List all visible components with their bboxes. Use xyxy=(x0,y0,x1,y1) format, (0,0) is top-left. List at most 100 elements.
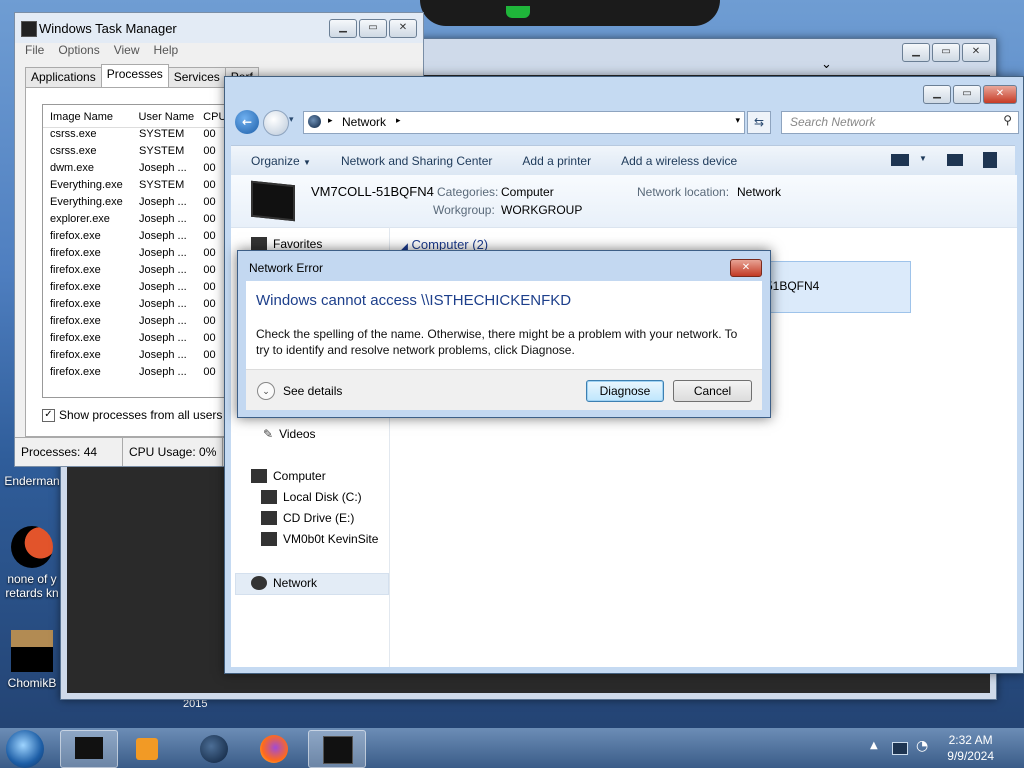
preview-pane-icon[interactable] xyxy=(947,154,963,166)
table-row[interactable]: csrss.exe SYSTEM 00 xyxy=(43,145,233,162)
close-button[interactable]: ✕ xyxy=(983,85,1017,104)
start-orb-icon[interactable] xyxy=(6,730,44,768)
minimize-button[interactable]: ▁ xyxy=(923,85,951,104)
firefox-icon xyxy=(260,735,288,763)
search-box[interactable]: Search Network ⚲ xyxy=(781,111,1019,134)
table-row[interactable]: firefox.exe Joseph ... 00 xyxy=(43,315,233,332)
menu-file[interactable]: File xyxy=(25,43,44,61)
add-wireless-device-button[interactable]: Add a wireless device xyxy=(621,154,737,168)
nav-computer[interactable]: Computer xyxy=(251,469,326,483)
network-tray-icon[interactable] xyxy=(892,742,908,755)
breadcrumb-network[interactable]: Network xyxy=(342,115,386,129)
menu-help[interactable]: Help xyxy=(154,43,179,61)
status-cpu: CPU Usage: 0% xyxy=(123,438,224,466)
cancel-button[interactable]: Cancel xyxy=(673,380,752,402)
error-headline: Windows cannot access \\ISTHECHICKENFKD xyxy=(256,292,572,309)
desktop-icon-enderman[interactable]: Enderman xyxy=(2,474,62,488)
maximize-button[interactable]: ▭ xyxy=(359,19,387,38)
task-manager-icon xyxy=(323,736,353,764)
column-user-name[interactable]: User Name xyxy=(133,105,198,127)
volume-icon[interactable]: ◔ xyxy=(916,738,928,754)
checkbox-label: Show processes from all users xyxy=(59,408,223,422)
back-arrow-icon[interactable]: ← xyxy=(235,110,259,134)
tab-services[interactable]: Services xyxy=(167,67,226,88)
help-icon[interactable] xyxy=(983,152,997,168)
close-button[interactable]: ✕ xyxy=(962,43,990,62)
hamster-icon xyxy=(11,630,53,672)
nav-cd-drive[interactable]: CD Drive (E:) xyxy=(261,511,354,525)
show-all-processes-checkbox[interactable]: ✓ Show processes from all users xyxy=(42,408,222,422)
tab-processes[interactable]: Processes xyxy=(100,64,169,88)
computer-icon xyxy=(251,469,267,483)
table-row[interactable]: explorer.exe Joseph ... 00 xyxy=(43,213,233,230)
nav-network-site[interactable]: VM0b0t KevinSite xyxy=(261,532,378,546)
nav-favorites[interactable]: Favorites xyxy=(251,237,322,251)
change-view-icon[interactable] xyxy=(891,154,909,166)
diagnose-button[interactable]: Diagnose xyxy=(586,380,664,402)
nav-label: Local Disk (C:) xyxy=(283,490,362,504)
table-row[interactable]: firefox.exe Joseph ... 00 xyxy=(43,230,233,247)
checkbox-checked-icon[interactable]: ✓ xyxy=(42,408,55,422)
desktop-icon-chomik[interactable]: ChomikB xyxy=(2,630,62,690)
table-row[interactable]: dwm.exe Joseph ... 00 xyxy=(43,162,233,179)
search-icon[interactable]: ⚲ xyxy=(1003,113,1012,127)
close-button[interactable]: ✕ xyxy=(389,19,417,38)
tab-applications[interactable]: Applications xyxy=(25,67,102,88)
forward-arrow-icon[interactable] xyxy=(263,110,289,136)
view-dropdown-icon[interactable]: ▼ xyxy=(919,154,927,163)
dialog-close-button[interactable]: ✕ xyxy=(730,259,762,277)
table-row[interactable]: firefox.exe Joseph ... 00 xyxy=(43,264,233,281)
clock-date: 9/9/2024 xyxy=(947,749,994,763)
address-dropdown-icon[interactable]: ▾ xyxy=(735,115,740,126)
videos-icon: ✎ xyxy=(263,427,274,441)
network-sharing-center-button[interactable]: Network and Sharing Center xyxy=(341,154,492,168)
clock[interactable]: 2:32 AM 9/9/2024 xyxy=(947,732,994,764)
process-user-name: Joseph ... xyxy=(139,315,187,327)
computer-item-selected[interactable]: -51BQFN4 xyxy=(751,261,911,313)
taskbar-task-manager[interactable] xyxy=(308,730,366,768)
title-bar[interactable]: Windows Task Manager ▁ ▭ ✕ xyxy=(15,13,423,43)
chevron-down-icon: ▼ xyxy=(303,157,311,167)
table-row[interactable]: firefox.exe Joseph ... 00 xyxy=(43,247,233,264)
column-image-name[interactable]: Image Name xyxy=(43,105,133,127)
taskbar-firefox[interactable] xyxy=(246,730,302,766)
taskbar-network[interactable] xyxy=(186,730,242,766)
table-row[interactable]: firefox.exe Joseph ... 00 xyxy=(43,298,233,315)
nav-videos[interactable]: ✎ Videos xyxy=(263,427,316,441)
minimize-button[interactable]: ▁ xyxy=(902,43,930,62)
desktop-icon-label: Enderman xyxy=(4,474,60,488)
desktop-icon-folder[interactable]: none of y retards kn xyxy=(2,526,62,600)
nav-network[interactable]: Network xyxy=(251,576,317,590)
refresh-icon[interactable]: ⇆ xyxy=(747,111,771,134)
table-row[interactable]: csrss.exe SYSTEM 00 xyxy=(43,128,233,145)
table-row[interactable]: firefox.exe Joseph ... 00 xyxy=(43,349,233,366)
table-row[interactable]: firefox.exe Joseph ... 00 xyxy=(43,281,233,298)
tab-strip: Applications Processes Services Perf xyxy=(25,64,259,88)
process-image-name: Everything.exe xyxy=(50,196,123,208)
process-user-name: SYSTEM xyxy=(139,179,185,191)
show-hidden-icons-icon[interactable]: ▲ xyxy=(870,740,878,751)
recent-pages-chevron-icon[interactable]: ▾ xyxy=(289,115,294,125)
taskbar-media-player[interactable] xyxy=(122,730,178,766)
add-printer-button[interactable]: Add a printer xyxy=(522,154,591,168)
table-row[interactable]: firefox.exe Joseph ... 00 xyxy=(43,366,233,383)
see-details-toggle[interactable]: ⌄ See details xyxy=(257,382,342,400)
chevron-down-icon[interactable]: ⌄ xyxy=(821,57,832,72)
menu-options[interactable]: Options xyxy=(58,43,99,61)
network-error-dialog[interactable]: Network Error ✕ Windows cannot access \\… xyxy=(237,250,771,418)
maximize-button[interactable]: ▭ xyxy=(932,43,960,62)
breadcrumb-chevron-icon[interactable]: ▸ xyxy=(396,115,401,126)
maximize-button[interactable]: ▭ xyxy=(953,85,981,104)
address-bar[interactable]: ▸ Network ▸ ▾ xyxy=(303,111,745,134)
organize-button[interactable]: Organize ▼ xyxy=(251,154,311,168)
media-player-icon xyxy=(136,738,158,760)
table-row[interactable]: Everything.exe Joseph ... 00 xyxy=(43,196,233,213)
nav-local-disk[interactable]: Local Disk (C:) xyxy=(261,490,362,504)
menu-view[interactable]: View xyxy=(114,43,140,61)
window-controls: ▁ ▭ ✕ xyxy=(923,85,1017,104)
table-row[interactable]: Everything.exe SYSTEM 00 xyxy=(43,179,233,196)
minimize-button[interactable]: ▁ xyxy=(329,19,357,38)
process-list[interactable]: Image Name User Name CPU csrss.exe SYSTEM… xyxy=(42,104,234,398)
table-row[interactable]: firefox.exe Joseph ... 00 xyxy=(43,332,233,349)
taskbar-explorer[interactable] xyxy=(60,730,118,768)
